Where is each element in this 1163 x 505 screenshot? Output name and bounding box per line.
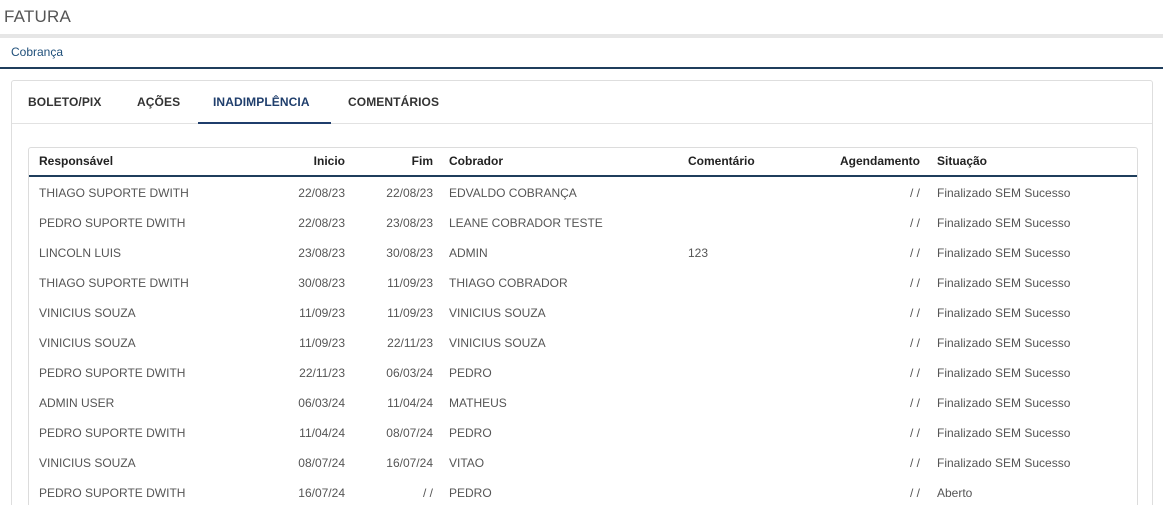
cell-inicio: 06/03/24	[298, 396, 345, 410]
cell-cobrador: ADMIN	[449, 246, 488, 260]
cell-inicio: 16/07/24	[298, 486, 345, 500]
cell-situacao: Finalizado SEM Sucesso	[937, 426, 1071, 440]
cell-fim: 16/07/24	[386, 456, 433, 470]
header-situacao[interactable]: Situação	[937, 154, 987, 168]
table-row[interactable]: VINICIUS SOUZA 08/07/24 16/07/24 VITAO / / Fi…	[29, 449, 1137, 479]
cell-cobrador: LEANE COBRADOR TESTE	[449, 216, 603, 230]
header-inicio[interactable]: Inicio	[314, 154, 345, 168]
table-row[interactable]: VINICIUS SOUZA 11/09/23 22/11/23 VINICIUS S…	[29, 329, 1137, 359]
cell-fim: 22/08/23	[386, 186, 433, 200]
cell-agendamento: / /	[909, 186, 920, 200]
cell-responsavel: PEDRO SUPORTE DWITH	[39, 486, 186, 500]
cell-cobrador: EDVALDO COBRANÇA	[449, 186, 577, 200]
breadcrumb[interactable]: Cobrança	[11, 45, 63, 59]
cell-inicio: 11/09/23	[299, 306, 345, 320]
cell-cobrador: MATHEUS	[449, 396, 507, 410]
cell-agendamento: / /	[909, 216, 920, 230]
cell-inicio: 11/09/23	[299, 336, 345, 350]
header-responsavel[interactable]: Responsável	[39, 154, 113, 168]
tab-comentarios[interactable]: COMENTÁRIOS	[348, 95, 439, 109]
cell-agendamento: / /	[909, 306, 920, 320]
cell-cobrador: VINICIUS SOUZA	[449, 336, 546, 350]
cell-responsavel: VINICIUS SOUZA	[39, 306, 136, 320]
cell-agendamento: / /	[909, 456, 920, 470]
cell-situacao: Finalizado SEM Sucesso	[937, 396, 1071, 410]
tab-acoes[interactable]: AÇÕES	[137, 95, 180, 109]
header-cobrador[interactable]: Cobrador	[449, 154, 503, 168]
cell-fim: 23/08/23	[386, 216, 433, 230]
cell-comentario: 123	[688, 246, 709, 260]
cell-fim: 22/11/23	[387, 336, 433, 350]
inadimplencia-table: Responsável Inicio Fim Cobrador Comentár…	[28, 147, 1138, 505]
cell-situacao: Finalizado SEM Sucesso	[937, 456, 1071, 470]
cell-inicio: 22/08/23	[298, 186, 345, 200]
cell-fim: 08/07/24	[386, 426, 433, 440]
cell-fim: 06/03/24	[386, 366, 433, 380]
cell-cobrador: VINICIUS SOUZA	[449, 306, 546, 320]
table-row[interactable]: VINICIUS SOUZA 11/09/23 11/09/23 VINICIUS S…	[29, 299, 1137, 329]
tab-boleto-pix[interactable]: BOLETO/PIX	[28, 95, 101, 109]
breadcrumb-bar: Cobrança	[0, 38, 1163, 69]
table-row[interactable]: LINCOLN LUIS 23/08/23 30/08/23 ADMIN 123 / / F…	[29, 239, 1137, 269]
header-agendamento[interactable]: Agendamento	[840, 154, 920, 168]
table-row[interactable]: PEDRO SUPORTE DWITH 22/08/23 23/08/23 LEANE…	[29, 209, 1137, 239]
cell-agendamento: / /	[909, 426, 920, 440]
table-header: Responsável Inicio Fim Cobrador Comentár…	[29, 148, 1137, 177]
cell-situacao: Finalizado SEM Sucesso	[937, 336, 1071, 350]
cell-agendamento: / /	[909, 336, 920, 350]
cell-situacao: Finalizado SEM Sucesso	[937, 306, 1071, 320]
header-comentario[interactable]: Comentário	[688, 154, 755, 168]
cell-situacao: Finalizado SEM Sucesso	[937, 276, 1071, 290]
cell-inicio: 22/11/23	[299, 366, 345, 380]
table-row[interactable]: THIAGO SUPORTE DWITH 30/08/23 11/09/23 THIA…	[29, 269, 1137, 299]
table-row[interactable]: ADMIN USER 06/03/24 11/04/24 MATHEUS / / Fina…	[29, 389, 1137, 419]
cell-responsavel: ADMIN USER	[39, 396, 115, 410]
cell-agendamento: / /	[909, 366, 920, 380]
table-row[interactable]: THIAGO SUPORTE DWITH 22/08/23 22/08/23 EDVA…	[29, 179, 1137, 209]
cell-fim: 30/08/23	[386, 246, 433, 260]
cell-cobrador: PEDRO	[449, 486, 492, 500]
cell-cobrador: VITAO	[449, 456, 485, 470]
cell-responsavel: VINICIUS SOUZA	[39, 336, 136, 350]
cell-inicio: 22/08/23	[298, 216, 345, 230]
cell-responsavel: PEDRO SUPORTE DWITH	[39, 426, 186, 440]
table-row[interactable]: PEDRO SUPORTE DWITH 22/11/23 06/03/24 PEDRO…	[29, 359, 1137, 389]
cell-responsavel: PEDRO SUPORTE DWITH	[39, 366, 186, 380]
cell-fim: 11/09/23	[387, 276, 433, 290]
cell-cobrador: PEDRO	[449, 426, 492, 440]
cell-inicio: 11/04/24	[299, 426, 345, 440]
cell-agendamento: / /	[909, 396, 920, 410]
header-fim[interactable]: Fim	[412, 154, 433, 168]
cell-inicio: 30/08/23	[298, 276, 345, 290]
cell-agendamento: / /	[909, 276, 920, 290]
table-row[interactable]: PEDRO SUPORTE DWITH 16/07/24 / / PEDRO / / Ab…	[29, 479, 1137, 505]
tab-inadimplencia[interactable]: INADIMPLÊNCIA	[213, 95, 310, 109]
cell-responsavel: THIAGO SUPORTE DWITH	[39, 276, 189, 290]
cell-inicio: 23/08/23	[298, 246, 345, 260]
cell-fim: 11/09/23	[387, 306, 433, 320]
cell-responsavel: VINICIUS SOUZA	[39, 456, 136, 470]
cell-cobrador: PEDRO	[449, 366, 492, 380]
cell-situacao: Finalizado SEM Sucesso	[937, 186, 1071, 200]
cell-responsavel: PEDRO SUPORTE DWITH	[39, 216, 186, 230]
cell-fim: / /	[422, 486, 433, 500]
cell-responsavel: LINCOLN LUIS	[39, 246, 122, 260]
table-row[interactable]: PEDRO SUPORTE DWITH 11/04/24 08/07/24 PEDRO…	[29, 419, 1137, 449]
active-tab-indicator	[198, 122, 331, 124]
cell-situacao: Finalizado SEM Sucesso	[937, 366, 1071, 380]
cell-agendamento: / /	[909, 486, 920, 500]
cell-fim: 11/04/24	[387, 396, 433, 410]
cell-situacao: Finalizado SEM Sucesso	[937, 246, 1071, 260]
tab-bar: BOLETO/PIX AÇÕES INADIMPLÊNCIA COMENTÁRI…	[12, 81, 1152, 124]
cell-situacao: Aberto	[937, 486, 973, 500]
cell-cobrador: THIAGO COBRADOR	[449, 276, 568, 290]
cell-inicio: 08/07/24	[298, 456, 345, 470]
page-title: FATURA	[4, 7, 72, 26]
cell-agendamento: / /	[909, 246, 920, 260]
content-panel: BOLETO/PIX AÇÕES INADIMPLÊNCIA COMENTÁRI…	[11, 80, 1153, 505]
cell-responsavel: THIAGO SUPORTE DWITH	[39, 186, 189, 200]
cell-situacao: Finalizado SEM Sucesso	[937, 216, 1071, 230]
